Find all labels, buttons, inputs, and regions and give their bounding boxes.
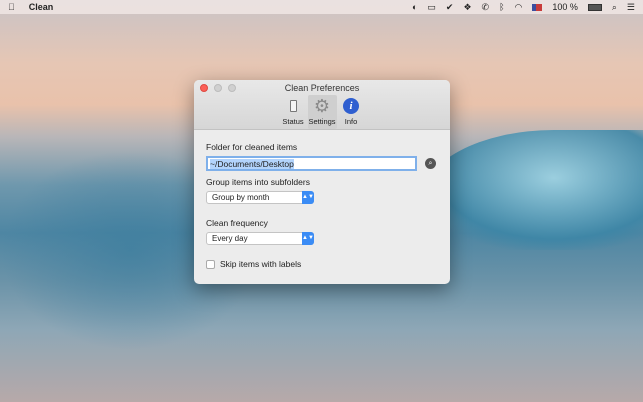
spotlight-icon[interactable]: ⌕	[612, 2, 617, 13]
info-icon: i	[342, 97, 360, 115]
phone-icon[interactable]: ✆	[482, 2, 490, 13]
group-select[interactable]: Group by month ▲▼	[206, 191, 314, 204]
zoom-button[interactable]	[228, 84, 236, 92]
checkbox-box[interactable]	[206, 259, 215, 269]
clean-check-icon[interactable]: ✔	[446, 2, 454, 13]
tab-settings[interactable]: ⚙ Settings	[307, 95, 337, 129]
frequency-label: Clean frequency	[206, 218, 268, 228]
folder-label: Folder for cleaned items	[206, 142, 298, 152]
flag-icon[interactable]	[532, 3, 543, 11]
group-label: Group items into subfolders	[206, 177, 310, 187]
phone-device-icon	[284, 97, 302, 115]
apple-icon[interactable]: 	[8, 2, 15, 12]
group-select-value: Group by month	[212, 193, 270, 202]
window-icon[interactable]: ▭	[427, 2, 436, 13]
wifi-icon[interactable]: ◠	[514, 2, 522, 13]
frequency-select[interactable]: Every day ▲▼	[206, 232, 314, 245]
skip-labels-label: Skip items with labels	[220, 259, 302, 269]
gear-icon: ⚙	[313, 95, 331, 116]
tab-status-label: Status	[282, 117, 304, 126]
menu-bar:  Clean ◐ ▭ ✔ ❖ ✆ ᛒ ◠ 100 % ⌕ ☰	[0, 0, 643, 14]
tab-settings-label: Settings	[308, 117, 336, 126]
dropbox-icon[interactable]: ❖	[463, 2, 471, 13]
chevron-updown-icon: ▲▼	[302, 232, 314, 245]
notification-center-icon[interactable]: ☰	[627, 2, 635, 13]
minimize-button[interactable]	[214, 84, 222, 92]
bluetooth-icon[interactable]: ᛒ	[499, 2, 504, 12]
preferences-window: Clean Preferences Status ⚙ Settings i In…	[194, 80, 450, 284]
frequency-select-value: Every day	[212, 234, 248, 243]
battery-percent[interactable]: 100 %	[552, 2, 578, 12]
title-bar: Clean Preferences Status ⚙ Settings i In…	[194, 80, 450, 130]
folder-path-value: ~/Documents/Desktop	[210, 159, 294, 169]
tab-status[interactable]: Status	[279, 95, 308, 129]
close-button[interactable]	[200, 84, 208, 92]
contrast-icon[interactable]: ◐	[412, 2, 417, 12]
battery-icon[interactable]	[587, 3, 602, 11]
tab-info[interactable]: i Info	[337, 95, 366, 129]
reveal-folder-button[interactable]: ⌕	[425, 158, 436, 169]
wallpaper-wave-crest	[420, 130, 643, 250]
skip-labels-checkbox[interactable]: Skip items with labels	[206, 259, 438, 269]
folder-path-input[interactable]: ~/Documents/Desktop	[206, 156, 417, 171]
app-menu[interactable]: Clean	[29, 2, 54, 12]
tab-info-label: Info	[344, 117, 358, 126]
chevron-updown-icon: ▲▼	[302, 191, 314, 204]
